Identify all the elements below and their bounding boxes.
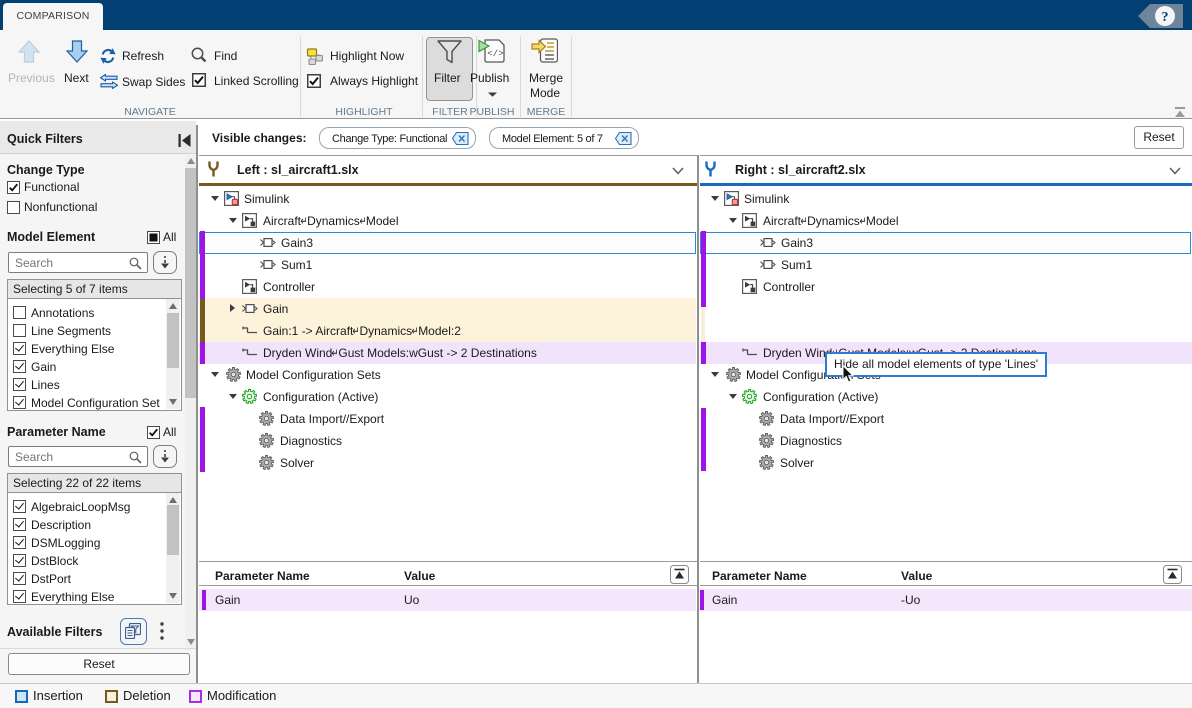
svg-text:</>: </> bbox=[487, 49, 503, 59]
svg-text:?: ? bbox=[1162, 10, 1169, 25]
